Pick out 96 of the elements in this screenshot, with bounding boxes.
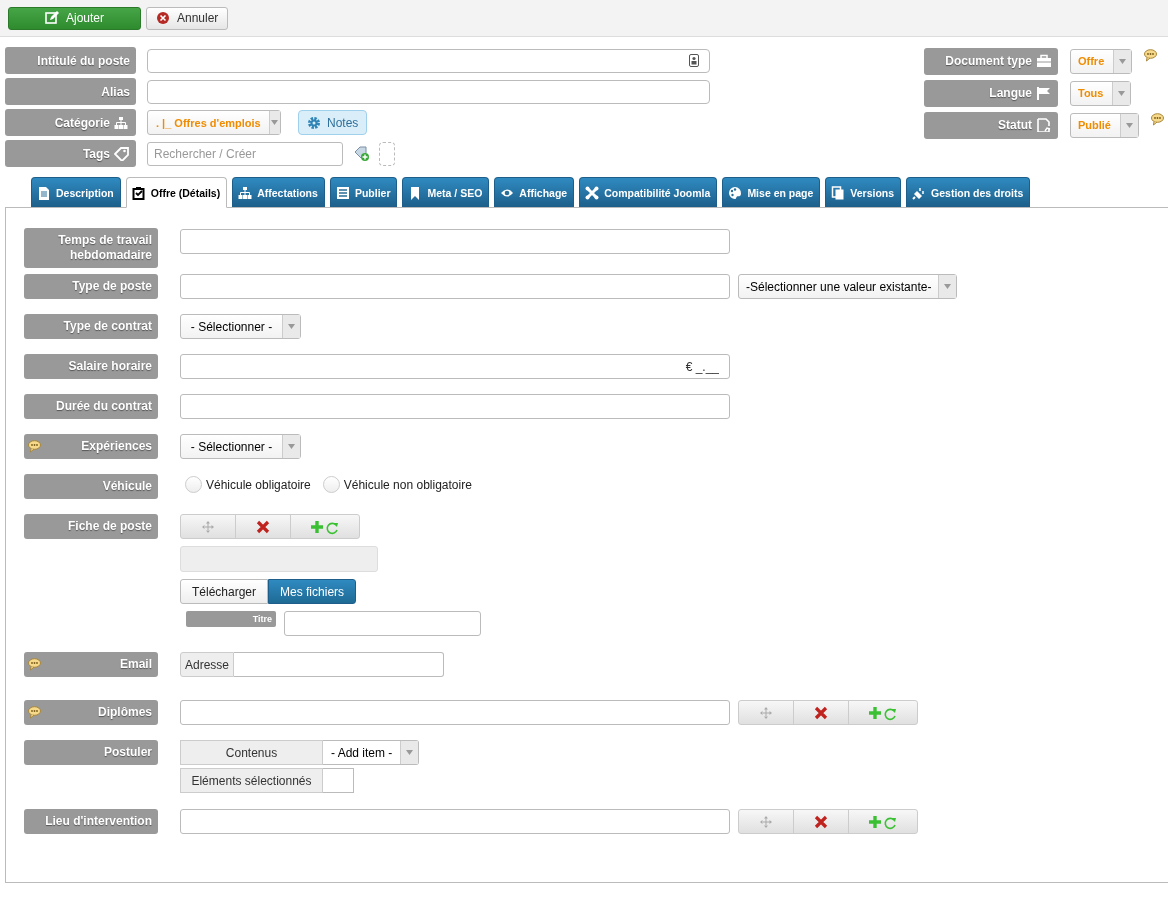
input-addon: Adresse [180, 652, 235, 677]
delete-button[interactable] [793, 809, 849, 834]
field-label: Véhicule [24, 474, 158, 499]
field-label: Temps de travail hebdomadaire [24, 228, 158, 268]
field-label: Catégorie [5, 109, 136, 136]
delete-button[interactable] [235, 514, 291, 539]
field-label: Alias [5, 78, 136, 105]
radio-button[interactable] [185, 476, 202, 493]
field-label: Titre [186, 611, 276, 627]
copies-icon [831, 185, 846, 200]
tag-add-icon [354, 145, 370, 162]
tab[interactable]: Mise en page [722, 177, 821, 207]
tab[interactable]: Publier [329, 177, 398, 207]
field-label: Durée du contrat [24, 394, 158, 419]
caret-icon [288, 444, 295, 449]
field-label: Document type [924, 47, 1058, 75]
move-icon [202, 520, 214, 533]
field-label: Diplômes [24, 700, 158, 725]
field-label: Tags [5, 140, 136, 167]
select-field[interactable]: -Sélectionner une valeur existante- [738, 274, 958, 299]
close-icon [814, 705, 828, 720]
text-field[interactable] [180, 394, 730, 419]
field-label: Lieu d'intervention [24, 809, 158, 834]
tab[interactable]: Affichage [494, 177, 575, 207]
field-label: Postuler [24, 740, 158, 765]
select-field[interactable]: - Sélectionner - [180, 434, 301, 459]
text-field[interactable] [180, 274, 730, 299]
save-button[interactable]: Ajouter [8, 6, 141, 30]
tab[interactable]: Affectations [232, 177, 325, 207]
notes-button[interactable]: Notes [298, 110, 368, 135]
field-label: Intitulé du poste [5, 47, 136, 74]
tab[interactable]: Compatibilité Joomla [579, 177, 718, 207]
caret-icon [944, 284, 952, 289]
tab[interactable]: Description [31, 177, 121, 207]
email-field[interactable] [234, 652, 445, 677]
source-toggle-button[interactable]: Télécharger [180, 579, 269, 604]
radio-label: Véhicule obligatoire [206, 477, 311, 492]
source-toggle-button[interactable]: Mes fichiers [268, 579, 357, 604]
sitemap-icon [238, 185, 253, 200]
add-item-select[interactable]: - Add item - [323, 740, 420, 765]
selected-items-field [323, 768, 354, 793]
cancel-icon [156, 11, 170, 25]
plus-refresh-icon [868, 704, 898, 721]
caret-icon [1118, 90, 1126, 96]
field-label: Salaire horaire [24, 354, 158, 379]
select-field[interactable]: - Sélectionner - [180, 314, 301, 339]
delete-button[interactable] [793, 700, 849, 725]
tab[interactable]: Offre (Détails) [125, 177, 228, 208]
id-card-icon [689, 54, 699, 67]
tab[interactable]: Gestion des droits [906, 177, 1031, 207]
field-label: Email [24, 652, 158, 677]
caret-icon [271, 120, 279, 125]
close-icon [814, 814, 828, 829]
radio-label: Véhicule non obligatoire [343, 477, 472, 492]
text-field[interactable] [147, 48, 710, 73]
caret-icon [1119, 58, 1127, 64]
document-edit-icon [1036, 118, 1052, 132]
title-field[interactable] [284, 611, 481, 636]
tab[interactable]: Versions [825, 177, 902, 207]
document-icon [37, 185, 51, 200]
field-label: Type de contrat [24, 314, 158, 339]
gear-icon [307, 115, 321, 130]
text-field[interactable] [180, 229, 730, 254]
currency-field[interactable]: € _.__ [180, 354, 730, 379]
cross-shape-icon [585, 185, 600, 200]
plus-refresh-icon [868, 813, 898, 830]
move-icon [760, 815, 772, 828]
sitemap-icon [114, 115, 130, 130]
text-field[interactable] [147, 79, 710, 104]
checkbox-icon [131, 185, 146, 200]
empty-drop-zone [379, 141, 395, 166]
text-field[interactable] [180, 809, 730, 834]
tab[interactable]: Meta / SEO [402, 177, 490, 207]
cancel-button[interactable]: Annuler [146, 6, 229, 30]
field-label: Fiche de poste [24, 514, 158, 539]
input-addon: Contenus [180, 740, 323, 765]
list-icon [335, 185, 350, 200]
caret-icon [1126, 122, 1133, 128]
flag-icon [1036, 86, 1052, 100]
palette-icon [728, 185, 743, 200]
field-label: Expériences [24, 434, 158, 459]
move-icon [760, 706, 772, 719]
caret-icon [406, 750, 414, 755]
plus-refresh-icon [310, 518, 340, 535]
field-label: Type de poste [24, 274, 158, 299]
text-field[interactable] [180, 700, 730, 725]
tags-search-field[interactable]: Rechercher / Créer [147, 141, 343, 166]
close-icon [256, 519, 270, 534]
briefcase-icon [1036, 54, 1052, 68]
caret-icon [288, 324, 295, 329]
field-label: Langue [924, 79, 1058, 107]
field-label: Statut [924, 111, 1058, 139]
edit-icon [45, 11, 59, 25]
tag-icon [114, 146, 130, 161]
radio-button[interactable] [322, 476, 340, 493]
input-addon: Eléments sélectionnés [180, 768, 323, 793]
